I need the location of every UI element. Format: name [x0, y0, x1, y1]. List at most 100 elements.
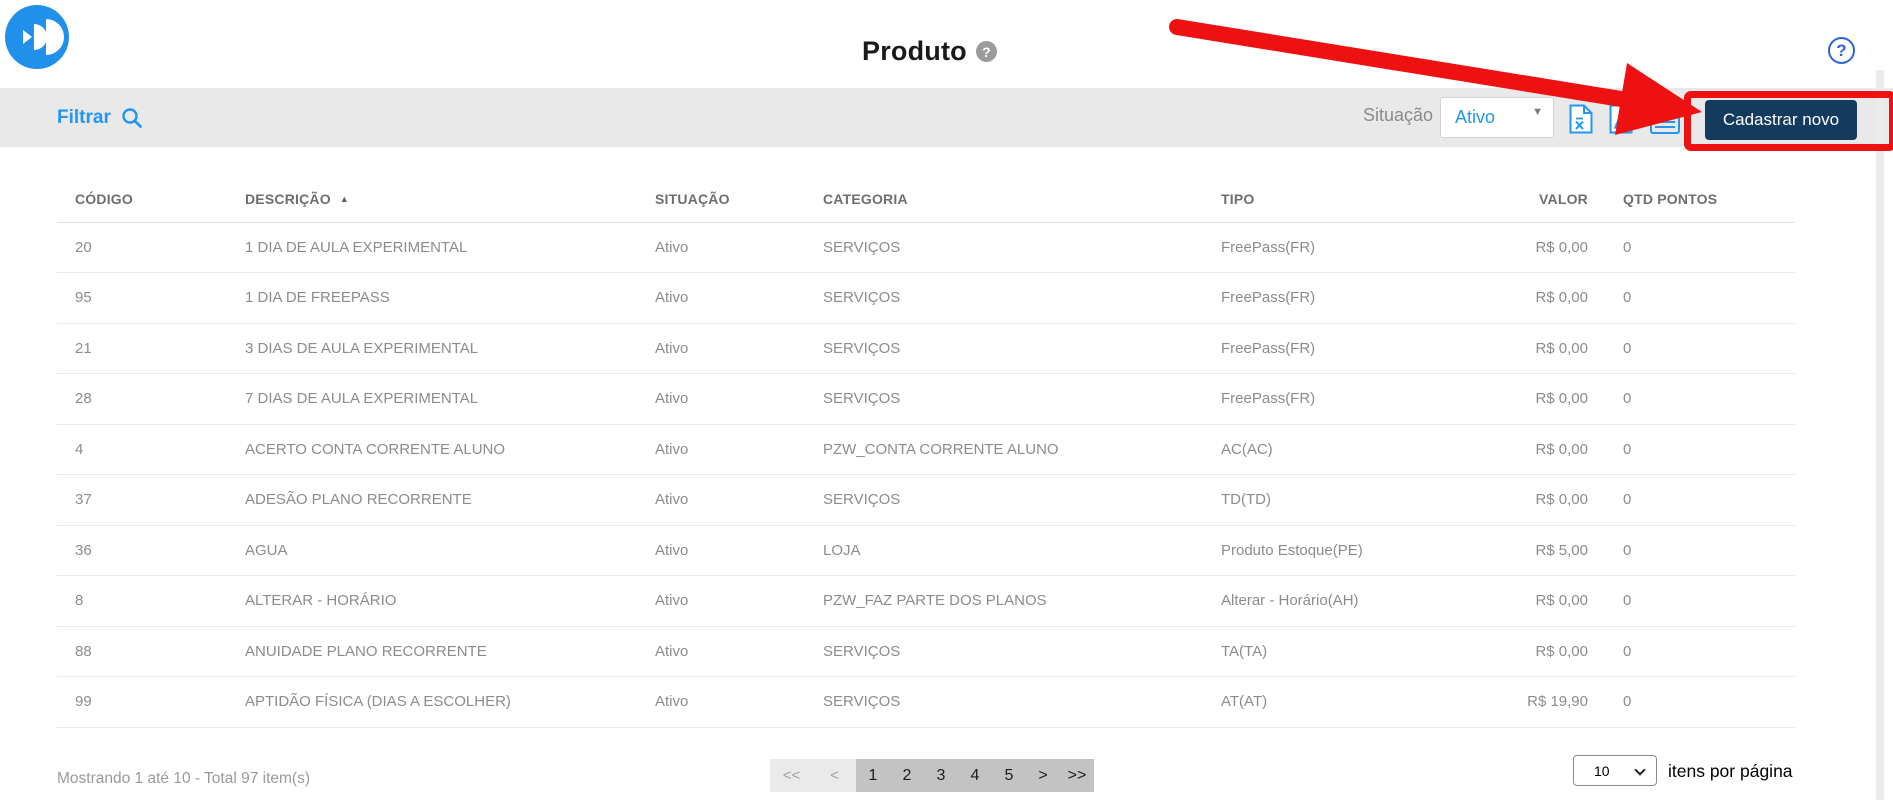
table-row[interactable]: 21 3 DIAS DE AULA EXPERIMENTAL Ativo SER…: [57, 323, 1795, 374]
cell-situacao: Ativo: [655, 677, 823, 728]
column-header-categoria[interactable]: CATEGORIA: [823, 176, 1221, 222]
cell-valor: R$ 5,00: [1458, 525, 1588, 576]
cell-situacao: Ativo: [655, 323, 823, 374]
table-row[interactable]: 4 ACERTO CONTA CORRENTE ALUNO Ativo PZW_…: [57, 424, 1795, 475]
cell-categoria: PZW_CONTA CORRENTE ALUNO: [823, 424, 1221, 475]
page-size-select[interactable]: 10: [1573, 755, 1657, 786]
excel-export-icon[interactable]: [1568, 104, 1594, 139]
cell-categoria: SERVIÇOS: [823, 677, 1221, 728]
cell-codigo: 8: [57, 576, 245, 627]
pagination: << < 1 2 3 4 5 > >>: [770, 759, 1094, 792]
cell-codigo: 28: [57, 374, 245, 425]
cell-valor: R$ 0,00: [1458, 222, 1588, 273]
column-header-valor[interactable]: VALOR: [1458, 176, 1588, 222]
pagination-first[interactable]: <<: [770, 759, 813, 792]
cell-qtd-pontos: 0: [1588, 273, 1795, 324]
cell-categoria: LOJA: [823, 525, 1221, 576]
cell-descricao: ADESÃO PLANO RECORRENTE: [245, 475, 655, 526]
filter-label: Filtrar: [57, 107, 111, 129]
cell-tipo: FreePass(FR): [1221, 323, 1458, 374]
column-header-descricao[interactable]: DESCRIÇÃO▲: [245, 176, 655, 222]
cell-codigo: 20: [57, 222, 245, 273]
cell-situacao: Ativo: [655, 222, 823, 273]
pagination-page-5[interactable]: 5: [992, 759, 1026, 792]
vertical-scrollbar[interactable]: [1876, 70, 1884, 800]
cell-valor: R$ 0,00: [1458, 576, 1588, 627]
column-header-codigo[interactable]: CÓDIGO: [57, 176, 245, 222]
cell-tipo: Alterar - Horário(AH): [1221, 576, 1458, 627]
cell-codigo: 99: [57, 677, 245, 728]
pagination-page-1[interactable]: 1: [856, 759, 890, 792]
help-icon[interactable]: ?: [976, 41, 997, 62]
pdf-export-icon[interactable]: [1608, 104, 1634, 139]
table-row[interactable]: 37 ADESÃO PLANO RECORRENTE Ativo SERVIÇO…: [57, 475, 1795, 526]
table-row[interactable]: 36 AGUA Ativo LOJA Produto Estoque(PE) R…: [57, 525, 1795, 576]
cell-qtd-pontos: 0: [1588, 323, 1795, 374]
cell-qtd-pontos: 0: [1588, 424, 1795, 475]
cadastrar-novo-button[interactable]: Cadastrar novo: [1705, 100, 1857, 140]
cell-valor: R$ 0,00: [1458, 475, 1588, 526]
situacao-select[interactable]: Ativo ▼: [1440, 97, 1554, 138]
cell-tipo: Produto Estoque(PE): [1221, 525, 1458, 576]
cell-descricao: ALTERAR - HORÁRIO: [245, 576, 655, 627]
column-header-situacao[interactable]: SITUAÇÃO: [655, 176, 823, 222]
pagination-page-3[interactable]: 3: [924, 759, 958, 792]
cell-descricao: ANUIDADE PLANO RECORRENTE: [245, 626, 655, 677]
cell-codigo: 36: [57, 525, 245, 576]
cell-descricao: 1 DIA DE FREEPASS: [245, 273, 655, 324]
cell-qtd-pontos: 0: [1588, 374, 1795, 425]
cell-tipo: FreePass(FR): [1221, 273, 1458, 324]
chevron-down-icon: ▼: [1532, 106, 1543, 118]
search-icon: [121, 107, 143, 129]
cell-codigo: 4: [57, 424, 245, 475]
column-header-tipo[interactable]: TIPO: [1221, 176, 1458, 222]
page-title: Produto: [862, 36, 967, 67]
table-row[interactable]: 20 1 DIA DE AULA EXPERIMENTAL Ativo SERV…: [57, 222, 1795, 273]
table-row[interactable]: 8 ALTERAR - HORÁRIO Ativo PZW_FAZ PARTE …: [57, 576, 1795, 627]
cell-tipo: FreePass(FR): [1221, 222, 1458, 273]
filter-link[interactable]: Filtrar: [57, 88, 143, 147]
cell-categoria: SERVIÇOS: [823, 374, 1221, 425]
chevron-down-icon: [1634, 764, 1645, 775]
pagination-page-2[interactable]: 2: [890, 759, 924, 792]
cell-qtd-pontos: 0: [1588, 525, 1795, 576]
pagination-next[interactable]: >: [1026, 759, 1060, 792]
cell-valor: R$ 19,90: [1458, 677, 1588, 728]
pagination-page-4[interactable]: 4: [958, 759, 992, 792]
situacao-selected-value: Ativo: [1455, 107, 1495, 128]
cell-descricao: 7 DIAS DE AULA EXPERIMENTAL: [245, 374, 655, 425]
table-row[interactable]: 88 ANUIDADE PLANO RECORRENTE Ativo SERVI…: [57, 626, 1795, 677]
help-circle-icon[interactable]: ?: [1828, 37, 1855, 64]
cell-descricao: ACERTO CONTA CORRENTE ALUNO: [245, 424, 655, 475]
pagination-last[interactable]: >>: [1060, 759, 1094, 792]
cell-valor: R$ 0,00: [1458, 323, 1588, 374]
cell-situacao: Ativo: [655, 273, 823, 324]
page-size-label: itens por página: [1668, 761, 1793, 782]
cell-qtd-pontos: 0: [1588, 222, 1795, 273]
cell-descricao: AGUA: [245, 525, 655, 576]
list-view-icon[interactable]: [1650, 110, 1680, 139]
column-header-qtd-pontos[interactable]: QTD PONTOS: [1588, 176, 1795, 222]
cell-qtd-pontos: 0: [1588, 626, 1795, 677]
cell-codigo: 88: [57, 626, 245, 677]
table-row[interactable]: 95 1 DIA DE FREEPASS Ativo SERVIÇOS Free…: [57, 273, 1795, 324]
cell-situacao: Ativo: [655, 626, 823, 677]
cell-valor: R$ 0,00: [1458, 424, 1588, 475]
cell-descricao: 3 DIAS DE AULA EXPERIMENTAL: [245, 323, 655, 374]
table-row[interactable]: 99 APTIDÃO FÍSICA (DIAS A ESCOLHER) Ativ…: [57, 677, 1795, 728]
cell-situacao: Ativo: [655, 424, 823, 475]
cell-situacao: Ativo: [655, 576, 823, 627]
cell-codigo: 37: [57, 475, 245, 526]
table-header-row: CÓDIGO DESCRIÇÃO▲ SITUAÇÃO CATEGORIA TIP…: [57, 176, 1795, 222]
cell-situacao: Ativo: [655, 475, 823, 526]
table-row[interactable]: 28 7 DIAS DE AULA EXPERIMENTAL Ativo SER…: [57, 374, 1795, 425]
situacao-label: Situação: [1363, 105, 1433, 126]
cell-categoria: SERVIÇOS: [823, 475, 1221, 526]
app-header: Produto ? ?: [0, 0, 1893, 88]
pagination-prev[interactable]: <: [813, 759, 856, 792]
cell-descricao: APTIDÃO FÍSICA (DIAS A ESCOLHER): [245, 677, 655, 728]
cell-tipo: TD(TD): [1221, 475, 1458, 526]
page-size-value: 10: [1594, 763, 1610, 779]
brand-logo[interactable]: [5, 5, 69, 69]
cell-qtd-pontos: 0: [1588, 677, 1795, 728]
